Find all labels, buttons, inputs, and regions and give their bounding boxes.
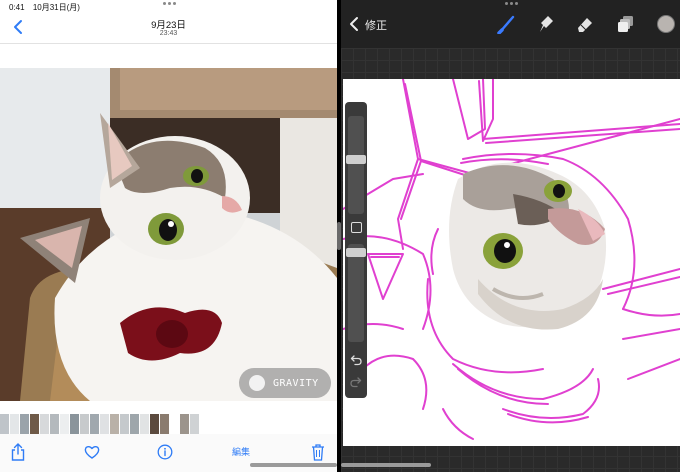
filmstrip-thumb[interactable] xyxy=(140,414,149,434)
filmstrip-thumb[interactable] xyxy=(10,414,19,434)
info-icon[interactable] xyxy=(157,443,173,461)
layers-icon[interactable] xyxy=(616,14,636,34)
gallery-back-icon[interactable] xyxy=(349,16,361,32)
filmstrip-thumb[interactable] xyxy=(160,414,169,434)
favorite-heart-icon[interactable] xyxy=(84,443,100,461)
nav-divider xyxy=(0,43,337,44)
watermark-label: GRAVITY xyxy=(273,377,319,389)
multitask-handle[interactable] xyxy=(163,2,176,5)
redo-icon[interactable] xyxy=(350,376,362,388)
filmstrip-thumb[interactable] xyxy=(60,414,69,434)
brush-sidebar xyxy=(345,102,367,398)
filmstrip-thumb[interactable] xyxy=(190,414,199,434)
filmstrip-thumb[interactable] xyxy=(100,414,109,434)
filmstrip-thumb[interactable] xyxy=(0,414,9,434)
filmstrip-thumb[interactable] xyxy=(40,414,49,434)
gravity-watermark: GRAVITY xyxy=(239,368,331,398)
filmstrip-thumb[interactable] xyxy=(80,414,89,434)
trash-icon[interactable] xyxy=(311,443,325,461)
status-bar: 0:41 10月31日(月) xyxy=(9,2,86,13)
edit-button[interactable]: 編集 xyxy=(232,445,250,463)
smudge-icon[interactable] xyxy=(535,14,555,34)
cat-photo[interactable] xyxy=(0,68,337,401)
modify-button[interactable] xyxy=(351,222,362,233)
document-title[interactable]: 修正 xyxy=(365,17,387,33)
home-indicator-right xyxy=(341,463,431,467)
undo-icon[interactable] xyxy=(350,354,362,366)
filmstrip-thumb[interactable] xyxy=(50,414,59,434)
brush-size-knob[interactable] xyxy=(346,155,366,164)
filmstrip-thumb[interactable] xyxy=(150,414,159,434)
filmstrip-thumb[interactable] xyxy=(90,414,99,434)
share-icon[interactable] xyxy=(11,443,25,461)
photos-app: 0:41 10月31日(月) 9月23日 23:43 GRAVITY 編集 xyxy=(0,0,337,472)
filmstrip-thumb[interactable] xyxy=(110,414,119,434)
color-picker-icon[interactable] xyxy=(657,15,675,33)
brush-opacity-knob[interactable] xyxy=(346,248,366,257)
split-view-screen: 0:41 10月31日(月) 9月23日 23:43 GRAVITY 編集 修正 xyxy=(0,0,680,472)
brush-size-slider[interactable] xyxy=(346,116,366,214)
gravity-logo-icon xyxy=(249,375,265,391)
filmstrip-thumb[interactable] xyxy=(30,414,39,434)
photo-date: 9月23日 xyxy=(151,20,186,31)
filmstrip-thumb[interactable] xyxy=(180,414,189,434)
brush-opacity-slider[interactable] xyxy=(346,244,366,342)
filmstrip-thumb[interactable] xyxy=(130,414,139,434)
filmstrip-thumb[interactable] xyxy=(70,414,79,434)
photo-time: 23:43 xyxy=(159,30,178,37)
photo-filmstrip[interactable] xyxy=(0,414,210,434)
status-time: 0:41 xyxy=(9,3,25,12)
brush-icon[interactable] xyxy=(497,14,517,34)
filmstrip-thumb[interactable] xyxy=(170,414,179,434)
drawing-canvas[interactable] xyxy=(343,79,680,446)
status-date: 10月31日(月) xyxy=(32,3,80,12)
filmstrip-thumb[interactable] xyxy=(120,414,129,434)
multitask-handle-right[interactable] xyxy=(505,2,518,5)
home-indicator-left xyxy=(250,463,337,467)
eraser-icon[interactable] xyxy=(575,14,595,34)
filmstrip-thumb[interactable] xyxy=(20,414,29,434)
procreate-app: 修正 xyxy=(341,0,680,472)
